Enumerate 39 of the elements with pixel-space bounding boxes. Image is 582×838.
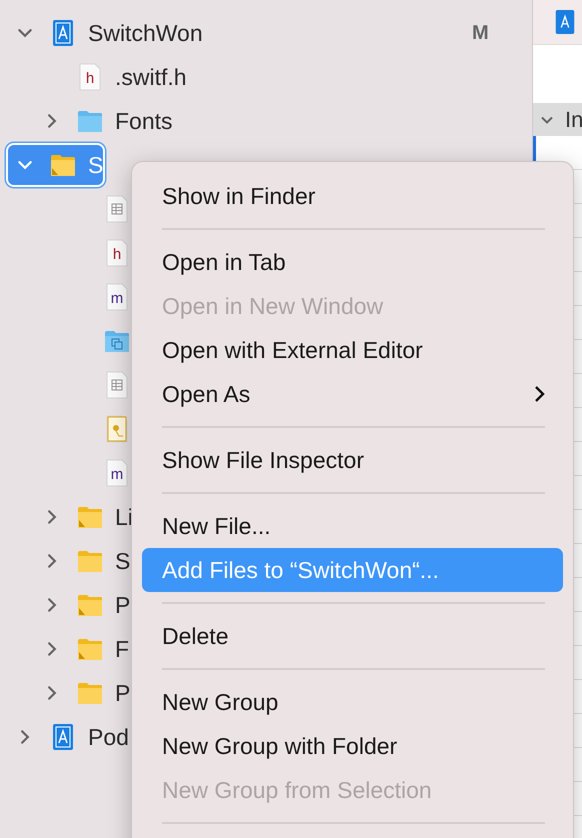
file-icon: h xyxy=(104,239,130,267)
tree-row[interactable]: m xyxy=(0,275,142,319)
tree-row[interactable]: Fonts xyxy=(0,99,173,143)
app-project-icon[interactable] xyxy=(553,8,577,36)
tree-item-label[interactable]: SwitchWon xyxy=(88,20,203,46)
menu-item[interactable]: New Group xyxy=(142,680,563,724)
tree-item-label[interactable]: P xyxy=(115,592,130,618)
tree-row[interactable]: P xyxy=(0,583,130,627)
tree-item-label[interactable]: P xyxy=(115,680,130,706)
tree-row[interactable]: m xyxy=(0,451,142,495)
section-title[interactable]: In xyxy=(565,106,582,132)
file-icon: h xyxy=(77,63,103,91)
file-icon xyxy=(104,371,130,399)
file-icon xyxy=(104,415,130,443)
tree-item-label[interactable]: Fonts xyxy=(115,108,173,134)
menu-item[interactable]: New File... xyxy=(142,504,563,548)
menu-item[interactable]: Open with External Editor xyxy=(142,328,563,372)
status-letter: M xyxy=(472,22,489,44)
tree-item-label[interactable]: F xyxy=(115,636,130,662)
tree-row[interactable]: h xyxy=(0,231,142,275)
tree-row[interactable]: P xyxy=(0,671,130,715)
tree-item-label[interactable]: S xyxy=(115,548,130,574)
tree-row[interactable]: h .switf.h xyxy=(0,55,187,99)
app-project-icon xyxy=(50,19,76,47)
tree-row[interactable]: S xyxy=(0,539,130,583)
tree-item-label[interactable]: .switf.h xyxy=(115,64,187,90)
menu-item[interactable]: Show in Finder xyxy=(142,174,563,218)
file-icon: m xyxy=(104,459,130,487)
file-icon: m xyxy=(104,283,130,311)
tree-row[interactable]: F xyxy=(0,627,130,671)
file-icon xyxy=(104,195,130,223)
menu-item[interactable]: Open in Tab xyxy=(142,240,563,284)
menu-item[interactable]: Show File Inspector xyxy=(142,438,563,482)
menu-item[interactable]: New Group with Folder xyxy=(142,724,563,768)
tree-row[interactable]: Pod xyxy=(0,715,129,759)
app-project-icon xyxy=(50,723,76,751)
menu-item[interactable]: Delete xyxy=(142,614,563,658)
tree-item-label[interactable]: Pod xyxy=(88,724,129,750)
menu-item[interactable]: Open As xyxy=(142,372,563,416)
